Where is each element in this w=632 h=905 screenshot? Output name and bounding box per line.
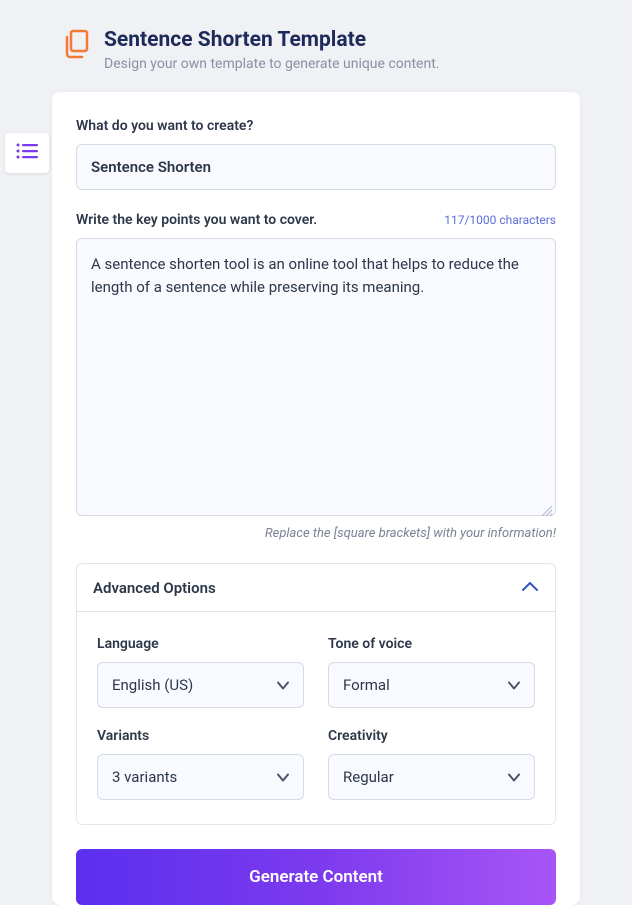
language-label: Language [97,636,304,652]
advanced-options-accordion: Advanced Options Language English (US) T… [76,563,556,825]
list-icon [16,143,38,163]
creativity-label: Creativity [328,728,535,744]
creativity-select[interactable]: Regular [328,754,535,800]
page-title: Sentence Shorten Template [104,28,439,52]
page-header: Sentence Shorten Template Design your ow… [0,0,632,92]
generate-content-button[interactable]: Generate Content [76,849,556,905]
advanced-options-toggle[interactable]: Advanced Options [77,564,555,612]
template-form-card: What do you want to create? Write the ke… [52,92,580,905]
create-label: What do you want to create? [76,118,556,134]
variants-label: Variants [97,728,304,744]
advanced-options-body: Language English (US) Tone of voice Form… [77,612,555,824]
bracket-hint: Replace the [square brackets] with your … [76,526,556,541]
tone-select[interactable]: Formal [328,662,535,708]
keypoints-textarea[interactable] [76,238,556,516]
page-subtitle: Design your own template to generate uni… [104,56,439,72]
character-count: 117/1000 characters [444,213,556,227]
sidebar-toggle-tab[interactable] [5,133,49,173]
chevron-up-icon [521,578,539,597]
keypoints-label: Write the key points you want to cover. [76,212,317,228]
create-input[interactable] [76,144,556,190]
tone-label: Tone of voice [328,636,535,652]
advanced-options-title: Advanced Options [93,579,216,597]
variants-select[interactable]: 3 variants [97,754,304,800]
copy-icon [62,30,90,58]
language-select[interactable]: English (US) [97,662,304,708]
